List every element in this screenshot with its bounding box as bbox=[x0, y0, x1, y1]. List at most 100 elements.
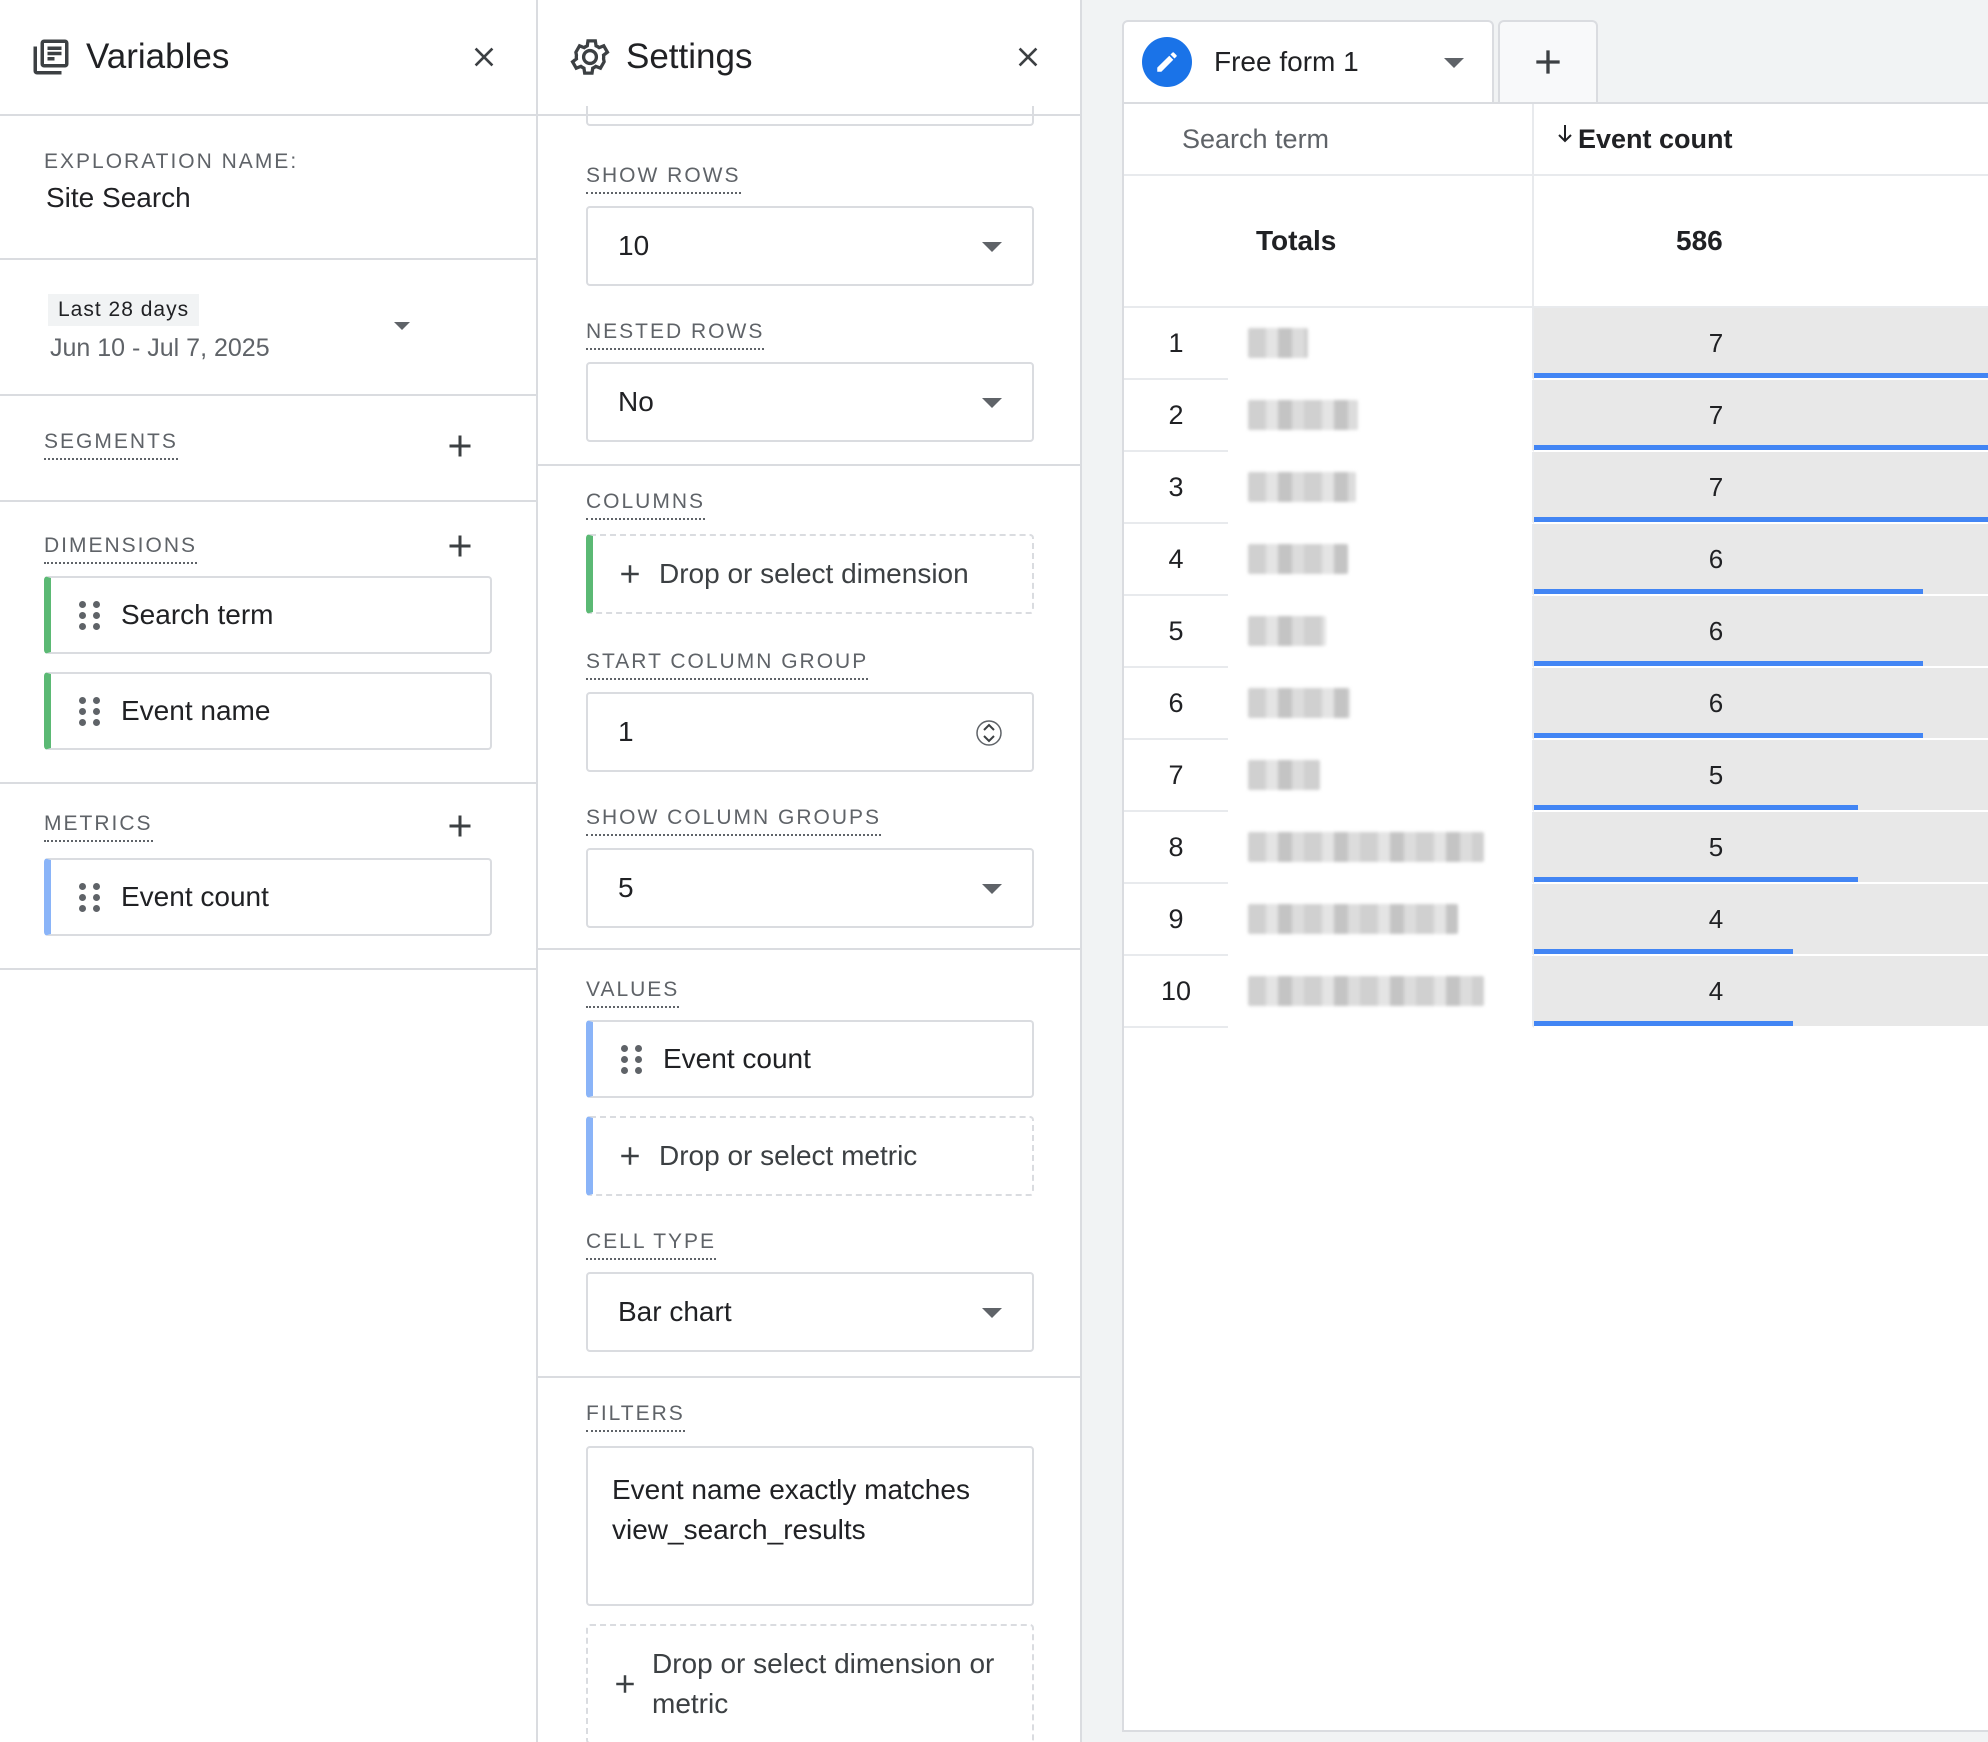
redacted-search-term bbox=[1248, 472, 1356, 502]
row-number: 3 bbox=[1124, 452, 1228, 524]
table-row[interactable]: 66 bbox=[1124, 668, 1988, 740]
filters-settings-section: FILTERS Event name exactly matches view_… bbox=[538, 1378, 1080, 1742]
event-count-bar bbox=[1534, 445, 1988, 450]
add-metric-icon[interactable] bbox=[442, 808, 478, 844]
columns-drop-zone[interactable]: Drop or select dimension bbox=[586, 534, 1034, 614]
add-tab-button[interactable] bbox=[1498, 20, 1598, 102]
drag-handle-icon[interactable] bbox=[621, 1045, 642, 1074]
table-row[interactable]: 37 bbox=[1124, 452, 1988, 524]
chevron-down-icon bbox=[982, 398, 1002, 408]
table-row[interactable]: 94 bbox=[1124, 884, 1988, 956]
column-header-event-count[interactable]: Event count bbox=[1534, 104, 1988, 174]
columns-settings-section: COLUMNS Drop or select dimension START C… bbox=[538, 466, 1080, 950]
dimension-chip-label: Event name bbox=[121, 695, 271, 726]
drag-handle-icon[interactable] bbox=[79, 883, 100, 912]
event-count-cell[interactable]: 4 bbox=[1534, 884, 1988, 956]
show-rows-select[interactable]: 10 bbox=[586, 206, 1034, 286]
search-term-cell[interactable] bbox=[1228, 524, 1534, 596]
redacted-search-term bbox=[1248, 328, 1308, 358]
cell-type-label: CELL TYPE bbox=[586, 1230, 717, 1260]
filters-drop-zone[interactable]: Drop or select dimension or metric bbox=[586, 1624, 1034, 1742]
value-chip-event-count[interactable]: Event count bbox=[586, 1020, 1034, 1098]
start-column-group-input[interactable]: 1 bbox=[586, 692, 1034, 772]
event-count-cell[interactable]: 5 bbox=[1534, 812, 1988, 884]
row-number: 10 bbox=[1124, 956, 1228, 1028]
table-row[interactable]: 46 bbox=[1124, 524, 1988, 596]
redacted-search-term bbox=[1248, 688, 1350, 718]
stepper-icon[interactable] bbox=[976, 718, 1002, 748]
edit-pencil-icon[interactable] bbox=[1142, 37, 1192, 87]
search-term-cell[interactable] bbox=[1228, 452, 1534, 524]
dimension-chip-event-name[interactable]: Event name bbox=[44, 672, 492, 750]
date-range-badge: Last 28 days bbox=[48, 294, 200, 326]
row-number: 7 bbox=[1124, 740, 1228, 812]
search-term-cell[interactable] bbox=[1228, 308, 1534, 380]
table-row[interactable]: 10 4 bbox=[1124, 956, 1988, 1028]
values-drop-zone[interactable]: Drop or select metric bbox=[586, 1116, 1034, 1196]
filter-chip[interactable]: Event name exactly matches view_search_r… bbox=[586, 1446, 1034, 1606]
event-count-cell[interactable]: 6 bbox=[1534, 596, 1988, 668]
row-number: 1 bbox=[1124, 308, 1228, 380]
tab-dropdown-icon[interactable] bbox=[1444, 58, 1464, 68]
date-dropdown-icon[interactable] bbox=[394, 322, 410, 330]
plus-icon bbox=[621, 565, 639, 583]
table-row[interactable]: 85 bbox=[1124, 812, 1988, 884]
event-count-cell[interactable]: 7 bbox=[1534, 308, 1988, 380]
event-count-value: 5 bbox=[1708, 831, 1724, 862]
drag-handle-icon[interactable] bbox=[79, 697, 100, 726]
variables-title: Variables bbox=[86, 37, 230, 76]
settings-title: Settings bbox=[626, 37, 753, 76]
event-count-value: 7 bbox=[1708, 471, 1724, 502]
metrics-label: METRICS bbox=[44, 812, 153, 842]
exploration-canvas: Free form 1 Search term Event count Tota… bbox=[1082, 0, 1988, 1742]
nested-rows-select[interactable]: No bbox=[586, 362, 1034, 442]
plus-icon bbox=[1536, 50, 1560, 74]
metrics-section: METRICS Event count bbox=[0, 784, 536, 970]
event-count-cell[interactable]: 6 bbox=[1534, 668, 1988, 740]
event-count-cell[interactable]: 7 bbox=[1534, 452, 1988, 524]
add-segment-icon[interactable] bbox=[442, 428, 478, 464]
tab-free-form-1[interactable]: Free form 1 bbox=[1122, 20, 1494, 102]
start-column-group-label: START COLUMN GROUP bbox=[586, 650, 869, 680]
search-term-cell[interactable] bbox=[1228, 956, 1534, 1028]
show-column-groups-value: 5 bbox=[618, 872, 634, 903]
column-header-search-term[interactable]: Search term bbox=[1124, 104, 1534, 174]
row-number: 8 bbox=[1124, 812, 1228, 884]
metric-chip-event-count[interactable]: Event count bbox=[44, 858, 492, 936]
values-label: VALUES bbox=[586, 978, 680, 1008]
show-column-groups-label: SHOW COLUMN GROUPS bbox=[586, 806, 882, 836]
search-term-cell[interactable] bbox=[1228, 812, 1534, 884]
plus-icon bbox=[616, 1675, 634, 1693]
table-row[interactable]: 27 bbox=[1124, 380, 1988, 452]
exploration-name-value[interactable]: Site Search bbox=[46, 182, 191, 214]
search-term-cell[interactable] bbox=[1228, 380, 1534, 452]
search-term-cell[interactable] bbox=[1228, 884, 1534, 956]
event-count-value: 4 bbox=[1708, 903, 1724, 934]
show-column-groups-select[interactable]: 5 bbox=[586, 848, 1034, 928]
settings-close-button[interactable] bbox=[1006, 35, 1050, 79]
event-count-cell[interactable]: 7 bbox=[1534, 380, 1988, 452]
event-count-cell[interactable]: 4 bbox=[1534, 956, 1988, 1028]
values-settings-section: VALUES Event count Drop or select metric… bbox=[538, 950, 1080, 1378]
event-count-value: 4 bbox=[1708, 975, 1724, 1006]
search-term-cell[interactable] bbox=[1228, 668, 1534, 740]
variables-close-button[interactable] bbox=[462, 35, 506, 79]
cell-type-select[interactable]: Bar chart bbox=[586, 1272, 1034, 1352]
redacted-search-term bbox=[1248, 400, 1358, 430]
event-count-value: 6 bbox=[1708, 615, 1724, 646]
filters-label: FILTERS bbox=[586, 1402, 685, 1432]
search-term-cell[interactable] bbox=[1228, 596, 1534, 668]
dimension-chip-search-term[interactable]: Search term bbox=[44, 576, 492, 654]
event-count-bar bbox=[1534, 589, 1924, 594]
redacted-search-term bbox=[1248, 976, 1484, 1006]
event-count-cell[interactable]: 6 bbox=[1534, 524, 1988, 596]
search-term-cell[interactable] bbox=[1228, 740, 1534, 812]
table-row[interactable]: 17 bbox=[1124, 308, 1988, 380]
segments-label: SEGMENTS bbox=[44, 430, 178, 460]
date-range-section[interactable]: Last 28 days Jun 10 - Jul 7, 2025 bbox=[0, 260, 536, 396]
event-count-cell[interactable]: 5 bbox=[1534, 740, 1988, 812]
add-dimension-icon[interactable] bbox=[442, 528, 478, 564]
table-row[interactable]: 56 bbox=[1124, 596, 1988, 668]
drag-handle-icon[interactable] bbox=[79, 601, 100, 630]
table-row[interactable]: 75 bbox=[1124, 740, 1988, 812]
